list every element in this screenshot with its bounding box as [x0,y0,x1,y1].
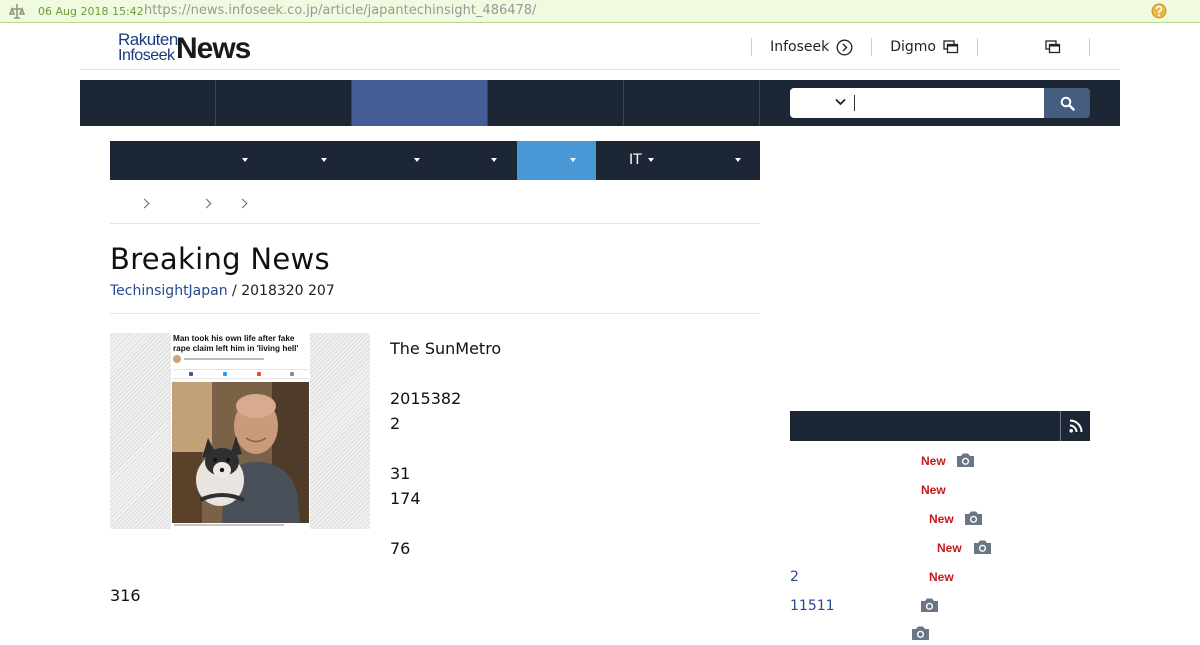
site-header: Rakuten Infoseek News Infoseek Digmo [80,23,1120,70]
category-item[interactable] [255,141,334,180]
article-line: 76 [390,539,411,558]
header-links: Infoseek Digmo [751,37,1090,57]
article-line: 316 [110,586,141,605]
ranking-item[interactable]: New [790,537,1090,559]
external-window-icon [1045,40,1061,54]
search-form [790,88,1090,118]
article-date: / 2018320 207 [227,283,335,299]
new-badge: New [921,483,946,497]
article-source-link[interactable]: TechinsightJapan [110,283,228,299]
rss-icon [1068,419,1082,433]
chevron-right-icon [237,198,248,209]
image-caption [174,524,284,526]
article-line: 2 [390,414,401,433]
new-badge: New [929,512,954,526]
header-link-label: Digmo [890,39,936,55]
rss-button[interactable] [1060,411,1090,441]
camera-icon [957,453,974,467]
dropdown-arrow-icon [414,158,420,162]
external-window-icon [943,40,959,54]
dropdown-arrow-icon [648,158,654,162]
new-badge: New [937,541,962,555]
search-input[interactable] [790,88,1044,118]
archive-url[interactable]: https://news.infoseek.co.jp/article/japa… [144,3,536,18]
article-line [390,361,501,386]
header-link-external[interactable] [977,38,1090,56]
article-byline: TechinsightJapan / 2018320 207 [110,283,335,299]
article-line: 174 [390,489,421,508]
article-line [390,436,501,461]
dropdown-arrow-icon [242,158,248,162]
help-icon[interactable] [1150,2,1168,20]
wayback-logo-icon[interactable] [8,3,26,19]
image-screenshot: Man took his own life after fake rape cl… [171,333,310,529]
camera-icon [965,511,982,525]
email-icon [290,372,294,376]
article-title: Breaking News [110,242,330,276]
avatar [173,355,181,363]
ranking-item[interactable]: 11511 [790,595,1090,617]
article-body: The SunMetro 2015382 2 31 174 76 [390,336,501,561]
article-image[interactable]: Man took his own life after fake rape cl… [110,333,370,529]
category-item[interactable] [334,141,427,180]
category-item-active[interactable] [517,141,596,180]
chevron-right-icon [139,198,150,209]
logo-news: News [176,32,251,65]
meta-line [184,358,264,360]
category-item[interactable] [427,141,505,180]
facebook-icon [189,372,193,376]
article-line [390,511,501,536]
site-logo[interactable]: Rakuten Infoseek News [118,29,258,65]
header-link-label: Infoseek [770,39,830,55]
global-nav-tab-active[interactable] [352,80,488,126]
breadcrumb [110,196,760,224]
new-badge: New [921,454,946,468]
global-nav-tab[interactable] [216,80,352,126]
global-nav-tab[interactable] [624,80,760,126]
logo-infoseek: Infoseek [118,47,175,64]
man-with-husky-photo [172,382,309,523]
chevron-right-icon [201,198,212,209]
archive-toolbar: 06 Aug 2018 15:42 https://news.infoseek.… [0,0,1200,23]
twitter-icon [223,372,227,376]
ranking-item[interactable]: New [790,450,1090,472]
ranking-header [790,411,1090,441]
chevron-down-icon[interactable] [835,98,846,106]
share-bar [173,369,308,379]
search-icon [1060,96,1075,111]
ranking-item-text: 11511 [790,598,835,614]
google-plus-icon [257,372,261,376]
category-item-it[interactable]: IT [629,152,642,168]
category-item[interactable] [110,141,255,180]
ranking-item-text: 2 [790,569,799,585]
article-line: The SunMetro [390,339,502,358]
category-nav: IT [110,141,760,180]
dropdown-arrow-icon [491,158,497,162]
camera-icon [912,626,929,640]
divider [110,313,760,314]
header-link-infoseek[interactable]: Infoseek [751,38,871,56]
article-line: 2015382 [390,389,462,408]
ranking-item[interactable]: New [790,508,1090,530]
search-button[interactable] [1044,88,1090,118]
circle-arrow-icon [836,39,853,55]
camera-icon [974,540,991,554]
image-headline: Man took his own life after fake rape cl… [173,334,299,353]
header-link-digmo[interactable]: Digmo [871,38,977,56]
camera-icon [921,598,938,612]
text-cursor [854,95,855,111]
global-nav-tab[interactable] [80,80,216,126]
dropdown-arrow-icon[interactable] [735,158,741,162]
global-nav-tab[interactable] [488,80,624,126]
article-line: 31 [390,464,411,483]
dropdown-arrow-icon [570,158,576,162]
global-nav [80,80,1120,126]
archive-date: 06 Aug 2018 15:42 [38,5,144,18]
new-badge: New [929,570,954,584]
ranking-item[interactable] [790,623,1090,645]
image-author-meta [173,354,308,365]
ranking-item[interactable]: 2 New [790,566,1090,588]
dropdown-arrow-icon [321,158,327,162]
ranking-item[interactable]: New [790,479,1090,501]
